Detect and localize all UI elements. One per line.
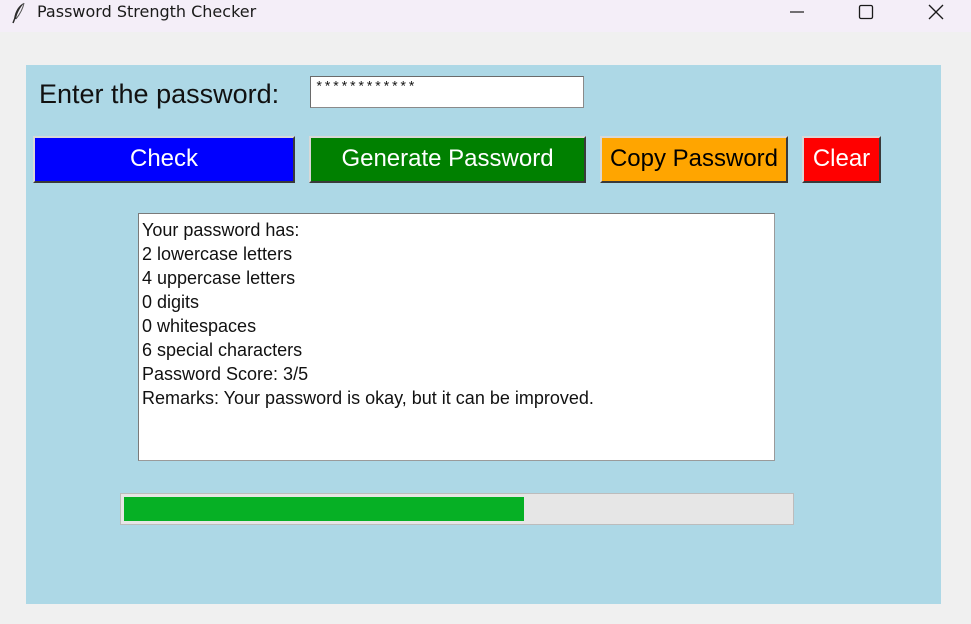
result-line: 0 digits (142, 292, 200, 312)
close-button[interactable] (906, 0, 966, 30)
result-line: Your password has: (142, 220, 300, 240)
maximize-icon (858, 4, 874, 20)
feather-icon (12, 2, 25, 24)
close-icon (928, 4, 944, 20)
password-input[interactable]: ************ (310, 76, 584, 108)
result-line: 0 whitespaces (142, 316, 257, 336)
maximize-button[interactable] (836, 0, 896, 30)
strength-progress-bar (120, 493, 794, 525)
title-bar: Password Strength Checker (0, 0, 971, 32)
result-text-area[interactable]: Your password has: 2 lowercase letters 4… (138, 213, 775, 461)
password-label: Enter the password: (39, 79, 280, 109)
result-line: Password Score: 3/5 (142, 364, 309, 384)
result-line: 6 special characters (142, 340, 303, 360)
minimize-icon (790, 11, 804, 13)
copy-password-button[interactable]: Copy Password (600, 136, 788, 183)
result-line: 2 lowercase letters (142, 244, 293, 264)
check-button[interactable]: Check (33, 136, 295, 183)
window-title: Password Strength Checker (37, 2, 257, 21)
generate-password-button[interactable]: Generate Password (309, 136, 586, 183)
strength-progress-fill (124, 497, 524, 521)
result-line: 4 uppercase letters (142, 268, 296, 288)
result-line: Remarks: Your password is okay, but it c… (142, 388, 594, 408)
minimize-button[interactable] (767, 0, 827, 30)
clear-button[interactable]: Clear (802, 136, 881, 183)
